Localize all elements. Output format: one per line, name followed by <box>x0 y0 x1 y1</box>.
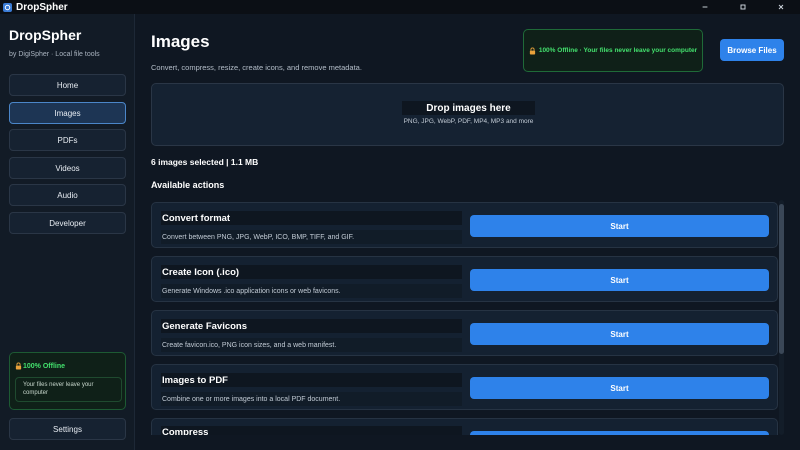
lock-icon <box>15 362 22 370</box>
action-name: Images to PDF <box>161 373 462 387</box>
page-title: Images <box>151 32 210 51</box>
action-description: Create favicon.ico, PNG icon sizes, and … <box>161 338 462 352</box>
page-subtitle: Convert, compress, resize, create icons,… <box>151 63 362 72</box>
window-title: DropSpher <box>16 1 68 13</box>
action-description: Convert between PNG, JPG, WebP, ICO, BMP… <box>161 230 462 244</box>
sidebar-item-images[interactable]: Images <box>9 102 126 124</box>
brand-name: DropSpher <box>9 27 82 43</box>
sidebar-item-pdfs[interactable]: PDFs <box>9 129 126 151</box>
drop-zone-title: Drop images here <box>402 101 535 115</box>
drop-zone[interactable]: Drop images here PNG, JPG, WebP, PDF, MP… <box>151 83 784 146</box>
start-button[interactable]: Start <box>470 323 769 345</box>
sidebar-item-developer[interactable]: Developer <box>9 212 126 234</box>
sidebar-item-home[interactable]: Home <box>9 74 126 96</box>
sidebar: DropSpher by DigiSpher · Local file tool… <box>0 14 135 450</box>
title-bar: DropSpher <box>0 0 800 14</box>
maximize-icon[interactable] <box>724 0 762 14</box>
actions-scrollbar[interactable] <box>779 200 784 435</box>
actions-heading: Available actions <box>151 180 225 190</box>
sidebar-item-videos[interactable]: Videos <box>9 157 126 179</box>
start-button[interactable]: Start <box>470 377 769 399</box>
sidebar-item-audio[interactable]: Audio <box>9 184 126 206</box>
offline-badge-text: 100% Offline · Your files never leave yo… <box>538 47 698 54</box>
start-button[interactable] <box>470 431 769 435</box>
settings-button[interactable]: Settings <box>9 418 126 440</box>
browse-files-button[interactable]: Browse Files <box>720 39 784 61</box>
offline-card-title: 100% Offline <box>23 363 66 370</box>
actions-list: Convert format Convert between PNG, JPG,… <box>151 200 784 435</box>
offline-badge: 100% Offline · Your files never leave yo… <box>523 29 703 72</box>
lock-icon <box>529 47 535 54</box>
offline-card-note: Your files never leave your computer <box>15 377 122 402</box>
action-name: Compress <box>161 426 462 435</box>
action-name: Create Icon (.ico) <box>161 265 462 279</box>
app-logo-icon <box>3 2 12 12</box>
brand-subtitle: by DigiSpher · Local file tools <box>9 51 100 58</box>
start-button[interactable]: Start <box>470 215 769 237</box>
action-name: Convert format <box>161 211 462 225</box>
action-card: Generate Favicons Create favicon.ico, PN… <box>151 310 778 356</box>
drop-zone-formats: PNG, JPG, WebP, PDF, MP4, MP3 and more <box>403 118 534 125</box>
action-card: Create Icon (.ico) Generate Windows .ico… <box>151 256 778 302</box>
close-icon[interactable] <box>762 0 800 14</box>
offline-card: 100% Offline Your files never leave your… <box>9 352 126 410</box>
minimize-icon[interactable] <box>686 0 724 14</box>
action-description: Generate Windows .ico application icons … <box>161 284 462 298</box>
action-name: Generate Favicons <box>161 319 462 333</box>
action-card: Compress <box>151 418 778 435</box>
selection-summary: 6 images selected | 1.1 MB <box>151 157 259 167</box>
action-card: Images to PDF Combine one or more images… <box>151 364 778 410</box>
action-description: Combine one or more images into a local … <box>161 392 462 406</box>
scrollbar-thumb[interactable] <box>779 204 784 354</box>
action-card: Convert format Convert between PNG, JPG,… <box>151 202 778 248</box>
start-button[interactable]: Start <box>470 269 769 291</box>
